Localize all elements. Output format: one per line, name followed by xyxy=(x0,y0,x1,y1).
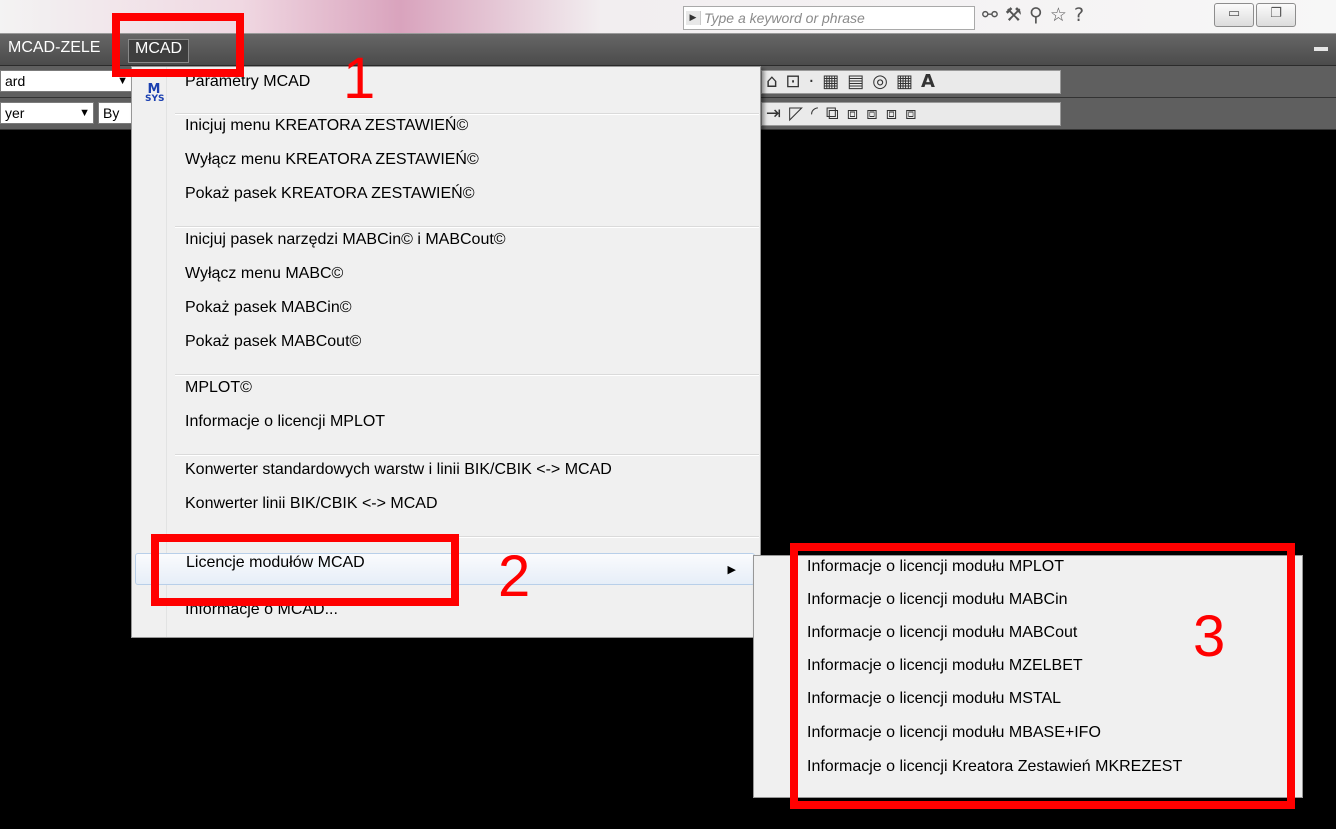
extend-icon[interactable]: ⇥ xyxy=(766,103,789,124)
menu-item-label: Wyłącz menu MABC© xyxy=(185,265,344,282)
table-icon[interactable]: ▦ xyxy=(896,71,921,92)
menu-item-label: Pokaż pasek KREATORA ZESTAWIEŃ© xyxy=(185,185,475,202)
star-icon[interactable]: ☆ xyxy=(1050,4,1074,26)
annotation-box-3 xyxy=(790,543,1295,809)
binoculars-icon[interactable]: ⚯ xyxy=(982,4,1005,26)
network-icon[interactable]: ⚲ xyxy=(1029,4,1050,26)
annotation-number-3: 3 xyxy=(1193,604,1226,669)
chevron-down-icon: ▼ xyxy=(79,107,90,119)
modify-toolbar[interactable]: ⇥◸◜⧉⧈⧈⧈⧈ xyxy=(761,102,1061,126)
menu-item-label: Konwerter standardowych warstw i linii B… xyxy=(185,461,612,478)
menu-item-init-mabc-toolbar[interactable]: Inicjuj pasek narzędzi MABCin© i MABCout… xyxy=(135,231,755,263)
layer-combo-value: yer xyxy=(5,105,25,121)
menu-item-line-converter[interactable]: Konwerter linii BIK/CBIK <-> MCAD xyxy=(135,495,755,527)
fillet-icon[interactable]: ◜ xyxy=(811,103,826,124)
menu-item-layer-converter[interactable]: Konwerter standardowych warstw i linii B… xyxy=(135,461,755,493)
infocenter-icons: ⚯⚒⚲☆? xyxy=(982,4,1091,28)
draworder-front-icon[interactable]: ⧈ xyxy=(847,103,866,124)
draw-toolbar[interactable]: ⌂⊡·▦▤◎▦A xyxy=(761,70,1061,94)
gradient-icon[interactable]: ▤ xyxy=(847,71,872,92)
point-icon[interactable]: · xyxy=(809,71,823,92)
annotation-box-1 xyxy=(112,13,244,77)
menubar-minimize-icon[interactable] xyxy=(1314,47,1328,51)
menu-item-show-kreator-bar[interactable]: Pokaż pasek KREATORA ZESTAWIEŃ© xyxy=(135,185,755,217)
draworder-back-icon[interactable]: ⧈ xyxy=(866,103,885,124)
boundary-icon[interactable]: ◎ xyxy=(872,71,896,92)
menu-separator xyxy=(175,226,759,228)
menu-item-show-mabcout[interactable]: Pokaż pasek MABCout© xyxy=(135,333,755,365)
menu-item-about-mcad[interactable]: Informacje o MCAD... xyxy=(135,601,755,635)
minimize-icon[interactable]: ▭ xyxy=(1214,3,1254,27)
menu-mcad-zele[interactable]: MCAD-ZELE xyxy=(2,39,106,61)
menu-item-label: MPLOT© xyxy=(185,379,252,396)
restore-icon[interactable]: ❐ xyxy=(1256,3,1296,27)
menu-item-mplot-license[interactable]: Informacje o licencji MPLOT xyxy=(135,413,755,445)
block-icon[interactable]: ⊡ xyxy=(785,71,808,92)
draworder-under-icon[interactable]: ⧈ xyxy=(905,103,924,124)
annotation-number-1: 1 xyxy=(343,46,376,111)
mtext-icon[interactable]: A xyxy=(921,71,943,92)
search-expand-icon[interactable]: ▶ xyxy=(686,11,701,25)
menu-item-disable-mabc[interactable]: Wyłącz menu MABC© xyxy=(135,265,755,297)
menu-item-label: Konwerter linii BIK/CBIK <-> MCAD xyxy=(185,495,438,512)
layer-combo[interactable]: yer ▼ xyxy=(0,102,94,124)
menu-item-label: Inicjuj menu KREATORA ZESTAWIEŃ© xyxy=(185,117,469,134)
explode-icon[interactable]: ⧉ xyxy=(826,103,847,124)
tools-icon[interactable]: ⚒ xyxy=(1005,4,1029,26)
annotation-box-2 xyxy=(151,534,459,606)
search-box[interactable]: ▶ xyxy=(683,6,975,30)
style-combo-value: ard xyxy=(5,73,26,89)
menu-separator xyxy=(175,454,759,456)
region-icon[interactable]: ⌂ xyxy=(766,71,785,92)
annotation-number-2: 2 xyxy=(498,544,531,609)
submenu-arrow-icon: ▶ xyxy=(727,563,736,576)
menu-item-label: Wyłącz menu KREATORA ZESTAWIEŃ© xyxy=(185,151,479,168)
menu-item-label: Pokaż pasek MABCin© xyxy=(185,299,352,316)
bylayer-combo-value: By xyxy=(103,105,120,121)
msys-icon: M SYS xyxy=(145,82,165,104)
menu-item-mplot[interactable]: MPLOT© xyxy=(135,379,755,411)
menu-separator xyxy=(175,113,759,115)
menu-item-show-mabcin[interactable]: Pokaż pasek MABCin© xyxy=(135,299,755,331)
menu-item-label: Informacje o licencji MPLOT xyxy=(185,413,386,430)
draworder-above-icon[interactable]: ⧈ xyxy=(886,103,905,124)
menu-item-init-kreator[interactable]: Inicjuj menu KREATORA ZESTAWIEŃ© xyxy=(135,117,755,149)
menu-item-label: Inicjuj pasek narzędzi MABCin© i MABCout… xyxy=(185,231,506,248)
menu-item-disable-kreator[interactable]: Wyłącz menu KREATORA ZESTAWIEŃ© xyxy=(135,151,755,183)
chamfer-icon[interactable]: ◸ xyxy=(789,103,811,124)
menu-item-parametry[interactable]: M SYS Parametry MCAD xyxy=(135,73,755,105)
hatch-icon[interactable]: ▦ xyxy=(822,71,847,92)
help-icon[interactable]: ? xyxy=(1074,4,1091,26)
search-input[interactable] xyxy=(704,9,964,27)
menu-item-label: Pokaż pasek MABCout© xyxy=(185,333,362,350)
menu-separator xyxy=(175,374,759,376)
